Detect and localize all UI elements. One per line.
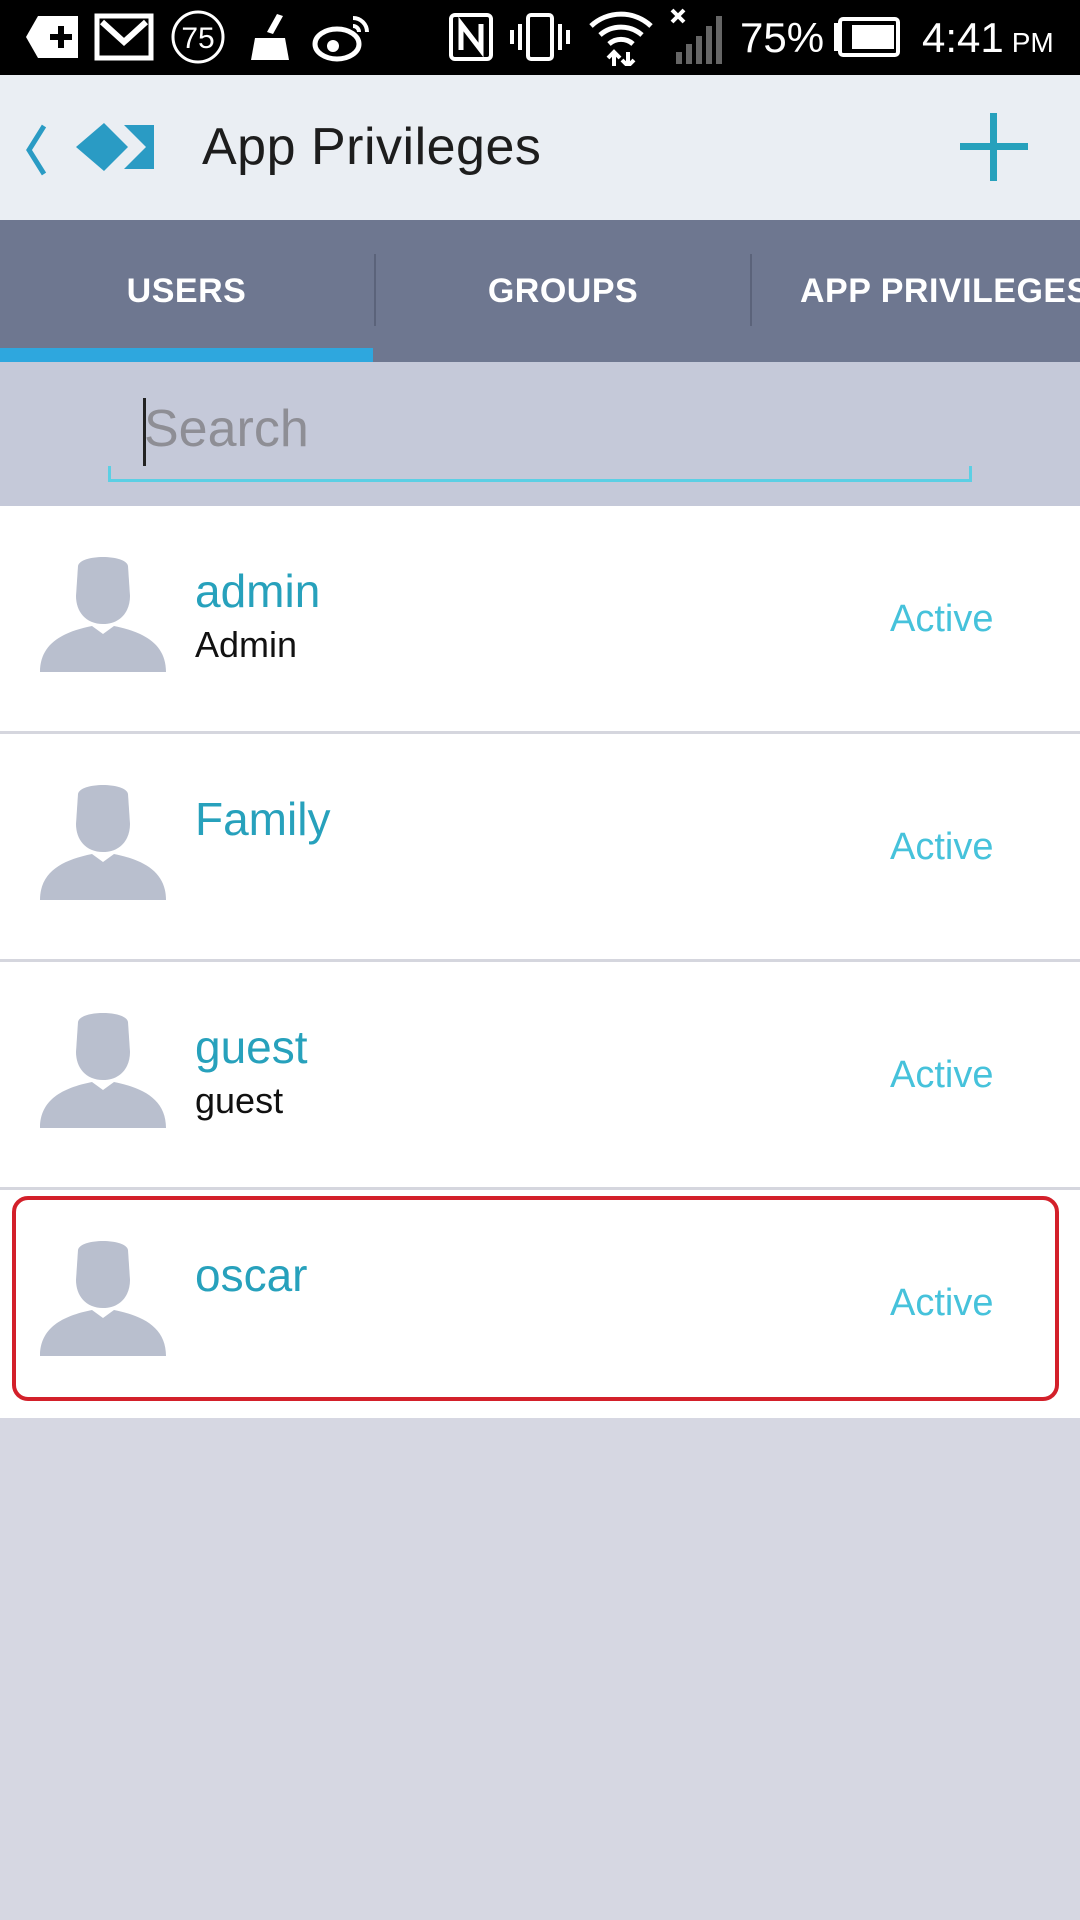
user-name: guest [195,1021,308,1073]
status-badge: Active [890,1054,994,1096]
nfc-icon [446,8,496,66]
status-badge: Active [890,826,994,868]
signal-icon [668,8,724,66]
vibrate-icon [510,8,570,66]
page-title: App Privileges [202,118,542,176]
search-underline [108,466,972,482]
tab-bar: USERS GROUPS APP PRIVILEGES [0,220,1080,362]
avatar-icon [40,1241,166,1356]
weibo-icon [310,8,374,66]
app-header: App Privileges [0,75,1080,220]
chevron-left-icon [26,124,47,176]
list-item-guest[interactable]: guest guest Active [0,962,1080,1190]
add-user-button[interactable] [958,111,1030,183]
search-bar [0,362,1080,506]
plus-icon [960,113,1028,181]
clock: 4:41 PM [922,0,1054,75]
status-badge: Active [890,598,994,640]
cleaner-icon [246,8,294,66]
tab-app-privileges[interactable]: APP PRIVILEGES [752,220,1080,362]
search-input[interactable] [108,392,972,466]
user-subtitle: guest [195,1080,284,1121]
add-box-icon [22,8,84,66]
list-item-oscar[interactable]: oscar Active [0,1190,1080,1418]
user-name: admin [195,565,321,617]
avatar-icon [40,785,166,900]
back-button[interactable] [16,115,56,185]
tab-groups[interactable]: GROUPS [376,220,750,362]
clock-time: 4:41 [922,13,1004,61]
avatar-icon [40,1013,166,1128]
tab-selected-indicator [0,348,373,362]
tab-users[interactable]: USERS [0,220,373,362]
battery-percent: 75% [740,13,825,61]
avatar-icon [40,557,166,672]
list-item-admin[interactable]: admin Admin Active [0,506,1080,734]
app-logo-icon [72,115,162,185]
user-subtitle: Admin [195,624,298,665]
text-cursor [143,398,146,466]
user-name: oscar [195,1249,308,1301]
status-badge: Active [890,1282,994,1324]
battery-icon [832,8,902,66]
gmail-icon [92,8,156,66]
user-name: Family [195,793,331,845]
status-bar: 75 75% 4:41 PM [0,0,1080,75]
user-list: admin Admin Active Family Active guest g… [0,506,1080,1418]
notification-count: 75 [181,22,214,55]
clock-suffix: PM [1011,26,1054,58]
list-item-family[interactable]: Family Active [0,734,1080,962]
notification-count-icon: 75 [166,8,230,66]
wifi-icon [588,8,654,66]
